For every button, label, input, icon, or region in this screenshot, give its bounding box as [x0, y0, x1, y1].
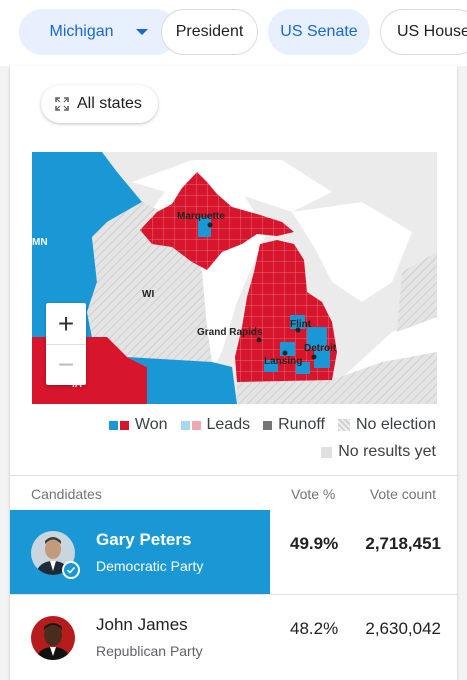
section-divider [10, 475, 457, 476]
map-legend-row-1: Won Leads Runoff No election [96, 416, 436, 434]
candidates-header: Candidates [31, 486, 102, 502]
marquette-label: Marquette [177, 211, 225, 222]
candidate-name: John James [96, 615, 188, 634]
legend-no-results-label: No results yet [338, 443, 436, 460]
vote-stats: 49.9% 2,718,451 [270, 510, 457, 594]
legend-leads-label: Leads [206, 416, 251, 433]
lansing-dot [282, 350, 288, 356]
expand-icon [55, 97, 69, 111]
map-legend-row-2: No results yet [308, 443, 436, 461]
legend-won-label: Won [134, 416, 168, 433]
candidate-party: Republican Party [96, 643, 203, 659]
detroit-label: Detroit [304, 343, 337, 354]
candidate-photo-icon [31, 616, 75, 660]
candidate-row[interactable]: John James Republican Party 48.2% 2,630,… [10, 595, 457, 679]
michigan-map-svg: MN WI IA Marquette Grand Rapids Flint De… [32, 152, 437, 404]
vote-count-header: Vote count [369, 486, 436, 502]
vote-percent: 48.2% [290, 619, 339, 638]
grand-rapids-dot [256, 337, 262, 343]
us-senate-chip[interactable]: US Senate [268, 9, 370, 55]
wi-label: WI [142, 289, 154, 300]
president-chip-label: President [175, 23, 244, 40]
legend-won: Won [108, 416, 168, 434]
vote-count: 2,630,042 [365, 619, 441, 638]
zoom-controls: + − [46, 303, 86, 385]
dem-lead-swatch-icon [180, 420, 190, 430]
marquette-dot [207, 222, 213, 228]
vote-count: 2,718,451 [365, 534, 441, 553]
runoff-swatch-icon [263, 420, 273, 430]
lansing-label: Lansing [264, 356, 302, 367]
candidate-name: Gary Peters [96, 530, 192, 549]
rep-lead-swatch-icon [191, 420, 201, 430]
ingham-county [280, 342, 295, 356]
indiana-region [237, 380, 332, 404]
vote-stats: 48.2% 2,630,042 [270, 595, 457, 679]
vote-percent: 49.9% [290, 534, 339, 553]
filter-chip-bar: Michigan President US Senate US House [0, 0, 467, 66]
avatar [31, 616, 75, 660]
winner-check-icon [62, 561, 80, 579]
zoom-out-button[interactable]: − [46, 344, 86, 385]
legend-no-election-label: No election [355, 416, 436, 433]
all-states-label: All states [77, 95, 142, 112]
hatch-swatch-icon [337, 419, 350, 431]
legend-no-results: No results yet [321, 443, 436, 461]
chevron-down-icon [135, 29, 148, 35]
candidate-row-winner[interactable]: Gary Peters Democratic Party 49.9% 2,718… [10, 510, 457, 594]
no-results-swatch-icon [321, 446, 333, 458]
president-chip[interactable]: President [161, 9, 258, 55]
election-map[interactable]: MN WI IA Marquette Grand Rapids Flint De… [32, 152, 437, 404]
grand-rapids-label: Grand Rapids [197, 327, 263, 338]
vote-pct-header: Vote % [291, 486, 336, 502]
flint-label: Flint [290, 319, 312, 330]
legend-runoff: Runoff [263, 416, 325, 434]
us-house-chip[interactable]: US House [380, 9, 467, 55]
legend-no-election: No election [337, 416, 436, 434]
us-senate-chip-label: US Senate [280, 23, 358, 40]
detroit-dot [311, 354, 317, 360]
results-card: All states MN WI Marquette Grand Rapids … [10, 66, 457, 680]
legend-runoff-label: Runoff [278, 416, 325, 433]
us-house-chip-label: US House [397, 23, 467, 40]
candidate-party: Democratic Party [96, 558, 204, 574]
state-select-label: Michigan [49, 23, 114, 40]
legend-leads: Leads [180, 416, 251, 434]
all-states-button[interactable]: All states [41, 85, 158, 123]
mn-label: MN [32, 237, 48, 248]
zoom-in-button[interactable]: + [46, 303, 86, 344]
state-select-chip[interactable]: Michigan [19, 9, 178, 55]
rep-swatch-icon [119, 420, 129, 430]
dem-swatch-icon [108, 420, 118, 430]
